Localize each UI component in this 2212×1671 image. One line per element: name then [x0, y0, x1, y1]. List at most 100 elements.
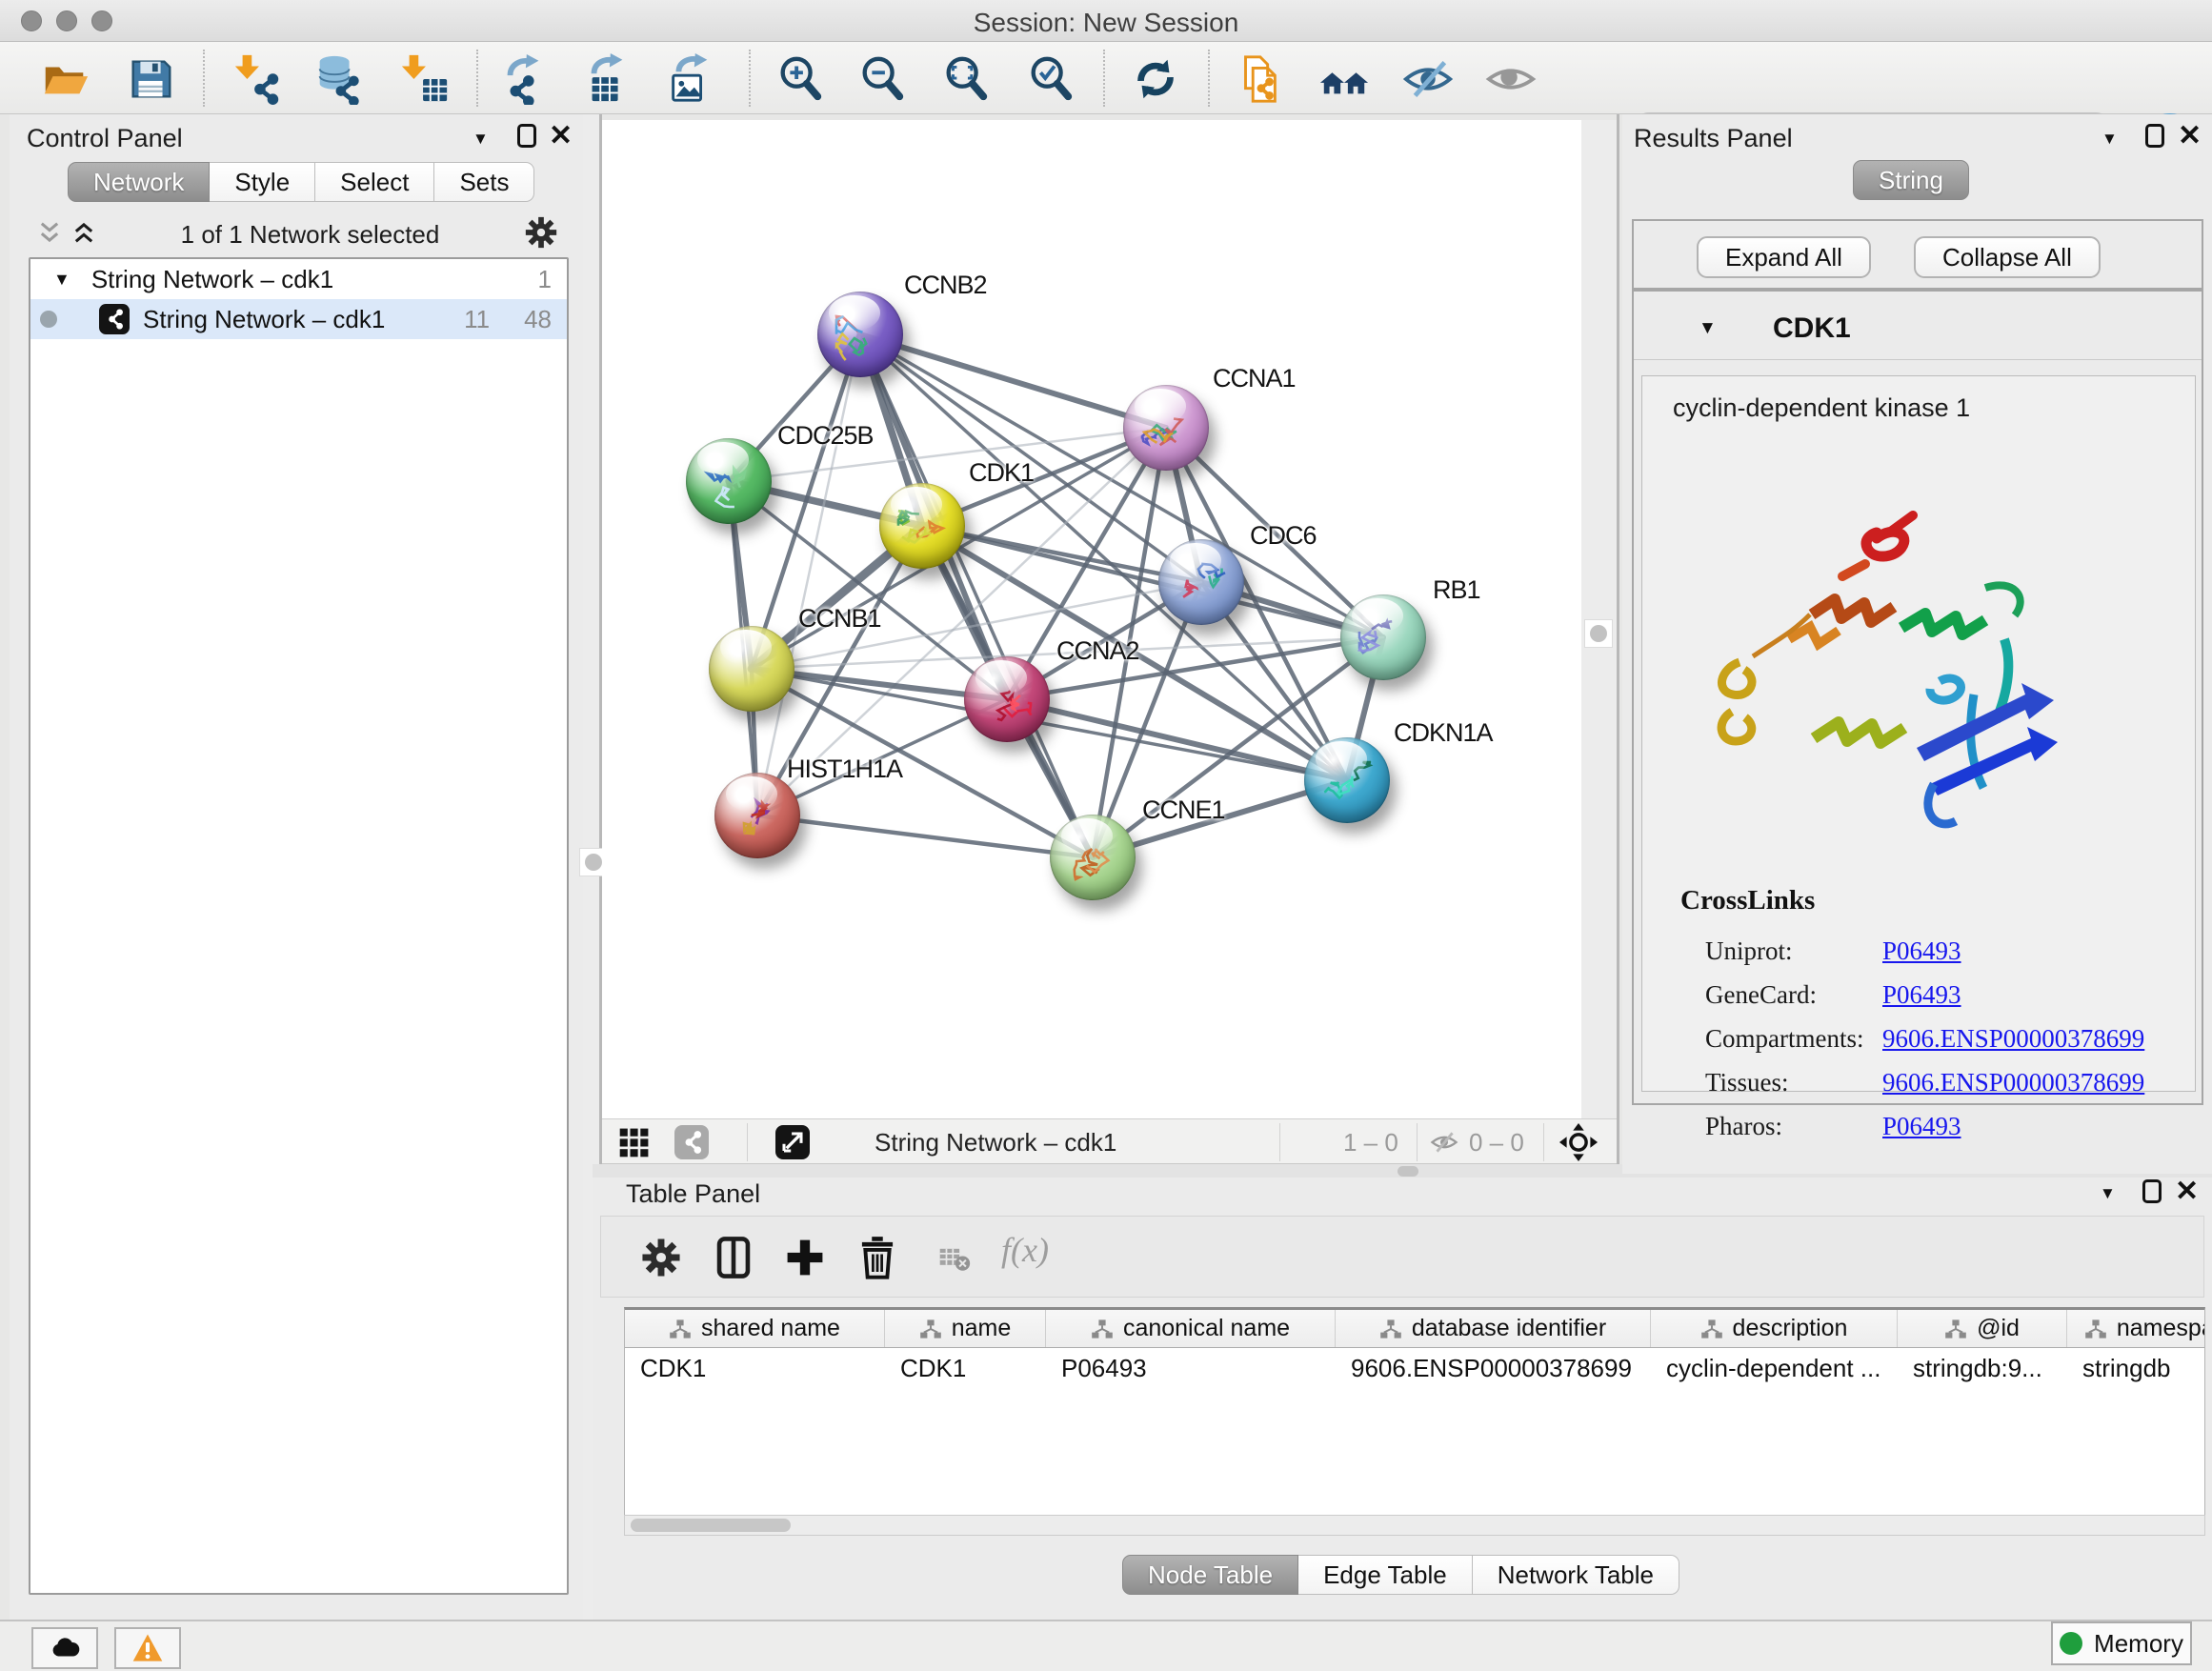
- import-network-from-database-button[interactable]: [307, 51, 368, 107]
- network-node-ccnb1[interactable]: [709, 626, 794, 712]
- tab-node-table[interactable]: Node Table: [1122, 1555, 1298, 1595]
- detach-view-icon[interactable]: [775, 1125, 810, 1164]
- table-panel-menu-icon[interactable]: ▼: [2100, 1184, 2116, 1203]
- import-network-from-file-button[interactable]: [228, 51, 289, 107]
- network-row-selected[interactable]: String Network – cdk1 11 48: [30, 299, 567, 339]
- duplicate-network-icon: [1228, 53, 1289, 105]
- column-header-namespace[interactable]: namespace: [2067, 1310, 2205, 1347]
- zoom-in-icon: [770, 53, 831, 105]
- table-cell[interactable]: CDK1: [885, 1348, 1046, 1388]
- collapse-all-networks-icon[interactable]: [36, 219, 63, 251]
- right-splitter-handle[interactable]: [1584, 619, 1613, 648]
- window-title: Session: New Session: [0, 8, 2212, 38]
- tab-string[interactable]: String: [1853, 160, 1969, 200]
- collection-expand-icon[interactable]: ▼: [53, 270, 70, 290]
- tab-sets[interactable]: Sets: [434, 162, 534, 202]
- table-panel-close-icon[interactable]: ✕: [2175, 1179, 2199, 1203]
- network-node-ccnb2[interactable]: [817, 292, 903, 377]
- crosslink-link[interactable]: 9606.ENSP00000378699: [1882, 1068, 2144, 1097]
- table-cell[interactable]: CDK1: [625, 1348, 885, 1388]
- show-columns-button[interactable]: [706, 1230, 761, 1285]
- expand-all-button[interactable]: Expand All: [1697, 236, 1871, 278]
- network-node-rb1[interactable]: [1340, 594, 1426, 680]
- results-panel-float-icon[interactable]: [2145, 124, 2164, 148]
- column-header-canonical-name[interactable]: canonical name: [1046, 1310, 1336, 1347]
- crosslink-row: Pharos:P06493: [1705, 1104, 2182, 1148]
- network-canvas[interactable]: CCNB2CCNA1CDC25BCDK1CDC6RB1CCNB1CCNA2CDK…: [602, 120, 1581, 1118]
- column-header-name[interactable]: name: [885, 1310, 1046, 1347]
- tab-network[interactable]: Network: [68, 162, 210, 202]
- import-table-from-file-button[interactable]: [394, 51, 455, 107]
- scrollbar-thumb[interactable]: [631, 1519, 791, 1532]
- grid-view-icon[interactable]: [617, 1125, 652, 1164]
- apply-layout-button[interactable]: [1125, 51, 1186, 107]
- results-panel-close-icon[interactable]: ✕: [2178, 124, 2202, 148]
- create-column-button[interactable]: [777, 1230, 833, 1285]
- control-panel-menu-icon[interactable]: ▼: [473, 130, 489, 149]
- entry-header[interactable]: ▼ CDK1: [1634, 303, 2202, 360]
- zoom-selected-button[interactable]: [1020, 51, 1081, 107]
- tab-network-table[interactable]: Network Table: [1473, 1555, 1679, 1595]
- tab-style[interactable]: Style: [210, 162, 315, 202]
- entry-collapse-icon[interactable]: ▼: [1699, 318, 1717, 339]
- crosslink-link[interactable]: P06493: [1882, 1112, 1961, 1141]
- table-horizontal-scrollbar[interactable]: [624, 1515, 2205, 1536]
- table-row[interactable]: CDK1CDK1P064939606.ENSP00000378699cyclin…: [625, 1348, 2204, 1388]
- network-node-cdc6[interactable]: [1158, 539, 1244, 625]
- horizontal-splitter-handle[interactable]: [1398, 1166, 1418, 1177]
- table-options-gear-button[interactable]: [633, 1230, 689, 1285]
- control-panel-float-icon[interactable]: [517, 124, 536, 148]
- table-panel-float-icon[interactable]: [2142, 1179, 2162, 1203]
- collapse-all-button[interactable]: Collapse All: [1914, 236, 2101, 278]
- results-buttons-box: Expand All Collapse All: [1632, 219, 2203, 290]
- export-table-button[interactable]: [576, 51, 637, 107]
- network-node-cdc25b[interactable]: [686, 438, 772, 524]
- table-cell[interactable]: stringdb:9...: [1898, 1348, 2067, 1388]
- network-options-gear-icon[interactable]: [523, 214, 559, 255]
- control-panel-close-icon[interactable]: ✕: [549, 124, 573, 148]
- results-panel-menu-icon[interactable]: ▼: [2101, 130, 2118, 149]
- table-toolbar: f(x): [600, 1216, 2204, 1298]
- export-network-button[interactable]: [493, 51, 553, 107]
- network-node-ccna1[interactable]: [1123, 385, 1209, 471]
- warnings-button[interactable]: [114, 1627, 181, 1669]
- network-collection-row[interactable]: ▼ String Network – cdk1 1: [30, 259, 567, 299]
- network-node-ccna2[interactable]: [964, 656, 1050, 742]
- column-header-shared-name[interactable]: shared name: [625, 1310, 885, 1347]
- first-neighbors-button[interactable]: [1314, 51, 1375, 107]
- crosslink-link[interactable]: 9606.ENSP00000378699: [1882, 1024, 2144, 1054]
- network-node-cdkn1a[interactable]: [1304, 737, 1390, 823]
- function-builder-disabled: f(x): [1001, 1230, 1049, 1270]
- table-cell[interactable]: P06493: [1046, 1348, 1336, 1388]
- column-type-icon: [1091, 1318, 1114, 1340]
- export-image-button[interactable]: [659, 51, 720, 107]
- tab-select[interactable]: Select: [315, 162, 434, 202]
- zoom-fit-content-button[interactable]: [935, 51, 996, 107]
- open-session-button[interactable]: [34, 51, 95, 107]
- network-node-cdk1[interactable]: [879, 483, 965, 569]
- toolbar-separator: [203, 50, 205, 107]
- hide-selected-button[interactable]: [1398, 51, 1458, 107]
- column-header--id[interactable]: @id: [1898, 1310, 2067, 1347]
- table-cell[interactable]: 9606.ENSP00000378699: [1336, 1348, 1651, 1388]
- clone-network-button[interactable]: [1228, 51, 1289, 107]
- column-header-database-identifier[interactable]: database identifier: [1336, 1310, 1651, 1347]
- table-cell[interactable]: cyclin-dependent ...: [1651, 1348, 1898, 1388]
- zoom-out-button[interactable]: [852, 51, 913, 107]
- birdseye-view-icon[interactable]: [1558, 1122, 1599, 1167]
- tab-edge-table[interactable]: Edge Table: [1298, 1555, 1473, 1595]
- memory-button[interactable]: Memory: [2051, 1621, 2192, 1665]
- save-session-button[interactable]: [120, 51, 181, 107]
- network-node-ccne1[interactable]: [1050, 815, 1136, 900]
- delete-column-button[interactable]: [850, 1230, 905, 1285]
- results-entry-box: ▼ CDK1 cyclin-dependent kinase 1: [1632, 290, 2203, 1105]
- crosslink-link[interactable]: P06493: [1882, 936, 1961, 966]
- expand-all-networks-icon[interactable]: [70, 219, 97, 251]
- cloud-sync-button[interactable]: [31, 1627, 98, 1669]
- zoom-in-button[interactable]: [770, 51, 831, 107]
- table-cell[interactable]: stringdb: [2067, 1348, 2205, 1388]
- crosslink-link[interactable]: P06493: [1882, 980, 1961, 1010]
- network-node-hist1h1a[interactable]: [714, 773, 800, 858]
- column-header-description[interactable]: description: [1651, 1310, 1898, 1347]
- network-view-share-icon[interactable]: [674, 1125, 709, 1164]
